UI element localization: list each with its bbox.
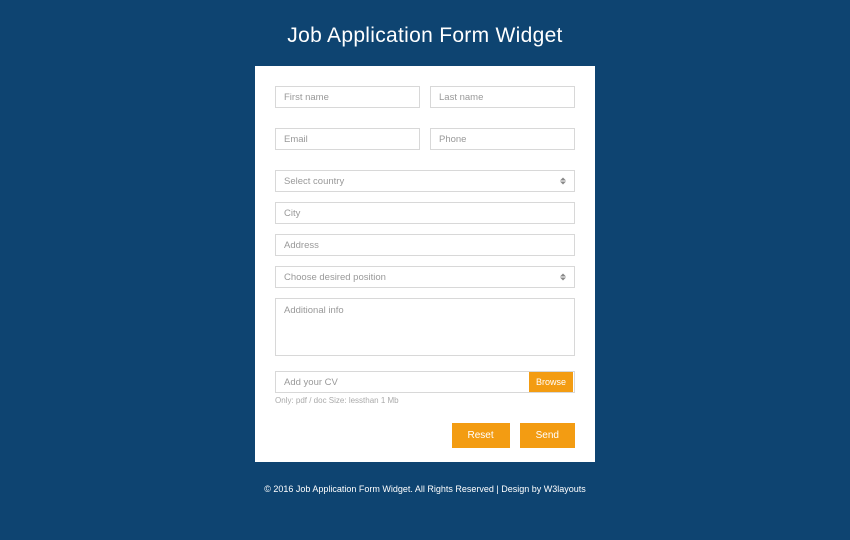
country-select-label: Select country (284, 176, 344, 187)
browse-button[interactable]: Browse (529, 372, 573, 392)
phone-input[interactable] (430, 128, 575, 150)
footer-text: © 2016 Job Application Form Widget. All … (264, 484, 586, 494)
cv-label: Add your CV (284, 377, 338, 388)
page-title: Job Application Form Widget (287, 24, 562, 48)
last-name-input[interactable] (430, 86, 575, 108)
send-button[interactable]: Send (520, 423, 575, 448)
cv-upload-box: Add your CV Browse (275, 371, 575, 393)
reset-button[interactable]: Reset (452, 423, 510, 448)
select-arrows-icon (560, 178, 566, 185)
position-select[interactable]: Choose desired position (275, 266, 575, 288)
first-name-input[interactable] (275, 86, 420, 108)
city-input[interactable] (275, 202, 575, 224)
country-select[interactable]: Select country (275, 170, 575, 192)
email-input[interactable] (275, 128, 420, 150)
select-arrows-icon (560, 274, 566, 281)
address-input[interactable] (275, 234, 575, 256)
cv-hint: Only: pdf / doc Size: lessthan 1 Mb (275, 396, 575, 405)
additional-info-textarea[interactable] (275, 298, 575, 356)
position-select-label: Choose desired position (284, 272, 386, 283)
form-card: Select country Choose desired position A… (255, 66, 595, 462)
